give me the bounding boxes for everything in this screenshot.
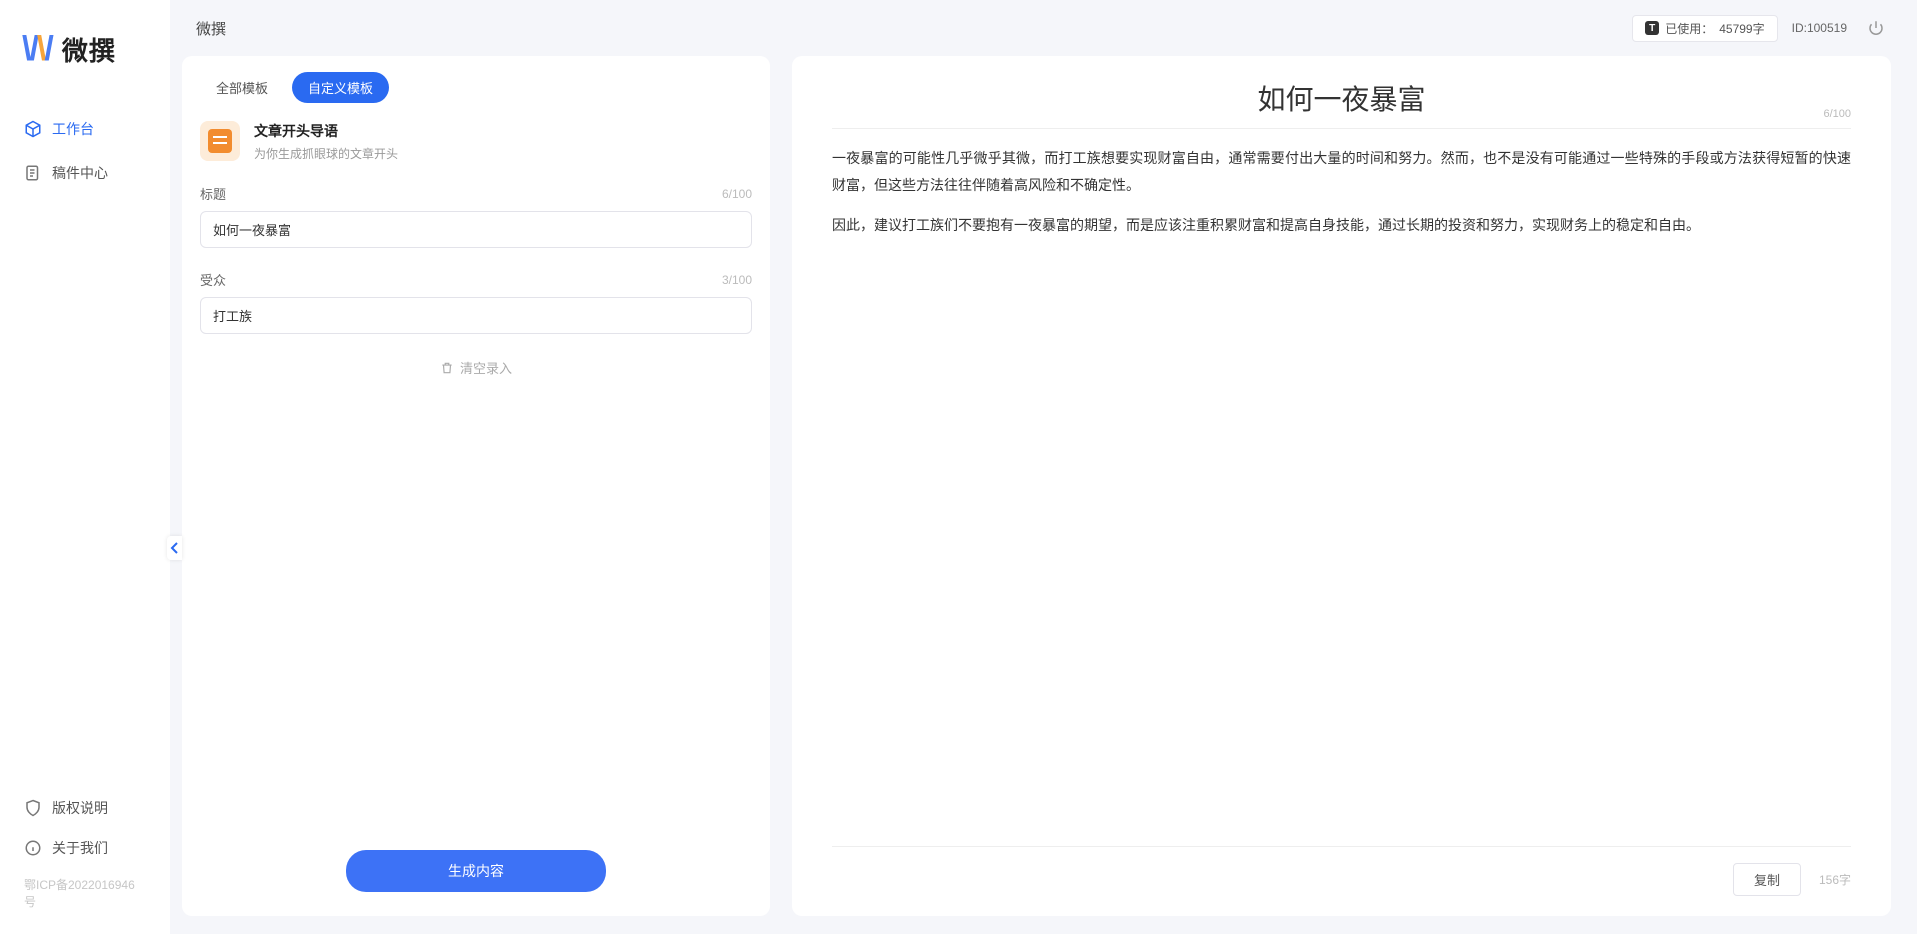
logo-icon: \/\/	[22, 30, 52, 69]
icp-label: 鄂ICP备2022016946号	[8, 868, 162, 918]
audience-count: 3/100	[722, 273, 752, 287]
copy-button[interactable]: 复制	[1733, 863, 1801, 896]
template-header: 文章开头导语 为你生成抓眼球的文章开头	[182, 111, 770, 180]
output-paragraph: 一夜暴富的可能性几乎微乎其微，而打工族想要实现财富自由，通常需要付出大量的时间和…	[832, 145, 1851, 198]
page-title: 微撰	[196, 18, 226, 39]
nav-drafts[interactable]: 稿件中心	[8, 153, 162, 193]
nav-copyright[interactable]: 版权说明	[8, 788, 162, 828]
document-lines-icon	[208, 129, 232, 153]
logo[interactable]: \/\/ 微撰	[0, 0, 170, 109]
nav-about[interactable]: 关于我们	[8, 828, 162, 868]
nav-workspace[interactable]: 工作台	[8, 109, 162, 149]
output-title-count: 6/100	[1823, 108, 1851, 120]
output-paragraph: 因此，建议打工族们不要抱有一夜暴富的期望，而是应该注重积累财富和提高自身技能，通…	[832, 212, 1851, 239]
template-desc: 为你生成抓眼球的文章开头	[254, 145, 398, 162]
power-icon	[1867, 19, 1885, 37]
power-button[interactable]	[1861, 13, 1891, 43]
sidebar: \/\/ 微撰 工作台 稿件中心 版权说明	[0, 0, 170, 934]
usage-badge[interactable]: T 已使用： 45799字	[1632, 15, 1777, 42]
nav-label: 关于我们	[52, 838, 108, 858]
template-icon	[200, 121, 240, 161]
nav-label: 工作台	[52, 119, 94, 139]
output-panel: 如何一夜暴富 6/100 一夜暴富的可能性几乎微乎其微，而打工族想要实现财富自由…	[792, 56, 1891, 916]
document-icon	[24, 164, 42, 182]
nav: 工作台 稿件中心	[0, 109, 170, 193]
template-tabs: 全部模板 自定义模板	[182, 56, 770, 111]
tab-all-templates[interactable]: 全部模板	[200, 72, 284, 103]
clear-button[interactable]: 清空录入	[200, 342, 752, 385]
info-icon	[24, 839, 42, 857]
cube-icon	[24, 120, 42, 138]
logo-text: 微撰	[62, 31, 116, 68]
tab-custom-templates[interactable]: 自定义模板	[292, 72, 389, 103]
topbar: 微撰 T 已使用： 45799字 ID:100519	[170, 0, 1917, 56]
output-title: 如何一夜暴富	[832, 78, 1851, 118]
input-panel: 全部模板 自定义模板 文章开头导语 为你生成抓眼球的文章开头 标题 6/100	[182, 56, 770, 916]
chevron-left-icon	[170, 542, 180, 554]
clear-label: 清空录入	[460, 358, 512, 377]
collapse-handle[interactable]	[167, 536, 182, 560]
generate-button[interactable]: 生成内容	[346, 850, 606, 892]
title-count: 6/100	[722, 187, 752, 201]
user-id: ID:100519	[1792, 21, 1847, 35]
audience-input[interactable]	[200, 297, 752, 334]
title-label: 标题	[200, 184, 226, 203]
text-icon: T	[1645, 21, 1659, 35]
usage-prefix: 已使用：	[1665, 20, 1713, 37]
title-input[interactable]	[200, 211, 752, 248]
trash-icon	[440, 361, 454, 375]
nav-label: 稿件中心	[52, 163, 108, 183]
shield-icon	[24, 799, 42, 817]
char-count: 156字	[1819, 871, 1851, 888]
output-body: 一夜暴富的可能性几乎微乎其微，而打工族想要实现财富自由，通常需要付出大量的时间和…	[832, 145, 1851, 253]
nav-label: 版权说明	[52, 798, 108, 818]
template-title: 文章开头导语	[254, 121, 398, 141]
audience-label: 受众	[200, 270, 226, 289]
usage-value: 45799字	[1719, 20, 1764, 37]
